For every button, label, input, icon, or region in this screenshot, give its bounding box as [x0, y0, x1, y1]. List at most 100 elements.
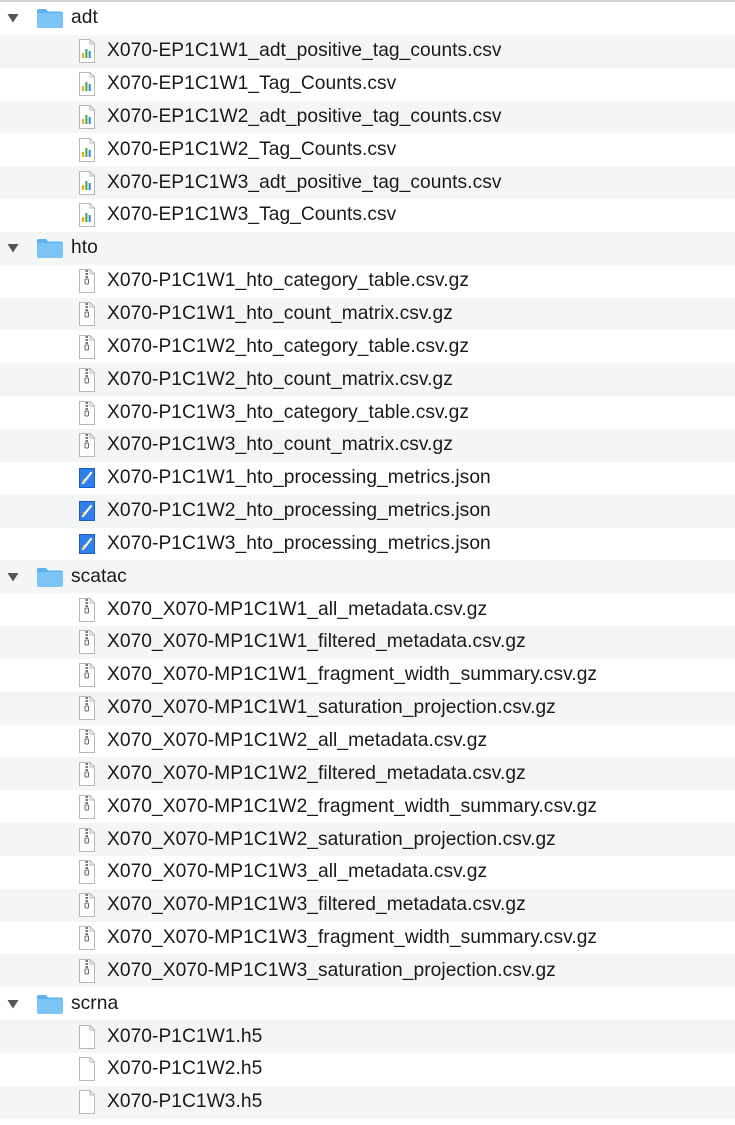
- disclosure-triangle-icon[interactable]: [6, 997, 20, 1011]
- json-icon: [78, 532, 96, 556]
- folder-icon: [36, 993, 64, 1015]
- spreadsheet-icon: [78, 104, 96, 129]
- file-name: X070_X070-MP1C1W2_fragment_width_summary…: [107, 795, 598, 817]
- archive-icon: [78, 269, 96, 294]
- file-row[interactable]: X070_X070-MP1C1W2_filtered_metadata.csv.…: [0, 757, 735, 791]
- file-row[interactable]: X070_X070-MP1C1W3_fragment_width_summary…: [0, 922, 735, 955]
- file-name: X070-P1C1W1_hto_processing_metrics.json: [107, 467, 491, 489]
- archive-icon: [78, 827, 96, 852]
- file-row[interactable]: X070-P1C1W2_hto_processing_metrics.json: [0, 494, 735, 528]
- file-name: X070_X070-MP1C1W2_filtered_metadata.csv.…: [107, 762, 526, 784]
- file-row[interactable]: X070-P1C1W1.h5: [0, 1020, 735, 1053]
- file-name: X070_X070-MP1C1W1_filtered_metadata.csv.…: [107, 631, 526, 653]
- file-row[interactable]: X070-EP1C1W2_Tag_Counts.csv: [0, 133, 735, 166]
- archive-icon: [78, 696, 96, 721]
- file-name: X070_X070-MP1C1W3_filtered_metadata.csv.…: [107, 894, 526, 916]
- json-icon: [78, 466, 96, 490]
- file-row[interactable]: X070_X070-MP1C1W2_all_metadata.csv.gz: [0, 725, 735, 758]
- file-name: X070_X070-MP1C1W1_all_metadata.csv.gz: [107, 598, 488, 620]
- disclosure-triangle-icon[interactable]: [6, 11, 20, 25]
- json-icon: [78, 499, 96, 523]
- file-row[interactable]: X070-P1C1W3.h5: [0, 1085, 735, 1119]
- file-row[interactable]: X070-EP1C1W3_adt_positive_tag_counts.csv: [0, 166, 735, 200]
- file-name: X070_X070-MP1C1W3_fragment_width_summary…: [107, 927, 598, 949]
- archive-icon: [78, 367, 96, 392]
- file-row[interactable]: X070_X070-MP1C1W1_fragment_width_summary…: [0, 659, 735, 692]
- folder-icon: [36, 7, 64, 29]
- file-row[interactable]: X070-P1C1W1_hto_count_matrix.csv.gz: [0, 297, 735, 331]
- document-icon: [78, 1090, 96, 1115]
- file-name: X070-P1C1W3_hto_processing_metrics.json: [107, 532, 491, 554]
- file-row[interactable]: X070-P1C1W2.h5: [0, 1053, 735, 1086]
- archive-icon: [78, 302, 96, 327]
- file-name: X070-EP1C1W2_Tag_Counts.csv: [107, 138, 397, 160]
- folder-name: hto: [71, 237, 98, 259]
- archive-icon: [78, 926, 96, 951]
- file-name: X070-P1C1W3_hto_count_matrix.csv.gz: [107, 434, 453, 456]
- file-name: X070-EP1C1W2_adt_positive_tag_counts.csv: [107, 105, 502, 127]
- folder-name: scrna: [71, 992, 119, 1014]
- file-name: X070-P1C1W2_hto_count_matrix.csv.gz: [107, 368, 453, 390]
- file-name: X070-EP1C1W3_adt_positive_tag_counts.csv: [107, 171, 502, 193]
- file-row[interactable]: X070_X070-MP1C1W2_saturation_projection.…: [0, 823, 735, 856]
- file-tree: adt X070-EP1C1W1_adt_positive_tag_counts.…: [0, 0, 735, 1119]
- file-row[interactable]: X070-EP1C1W3_Tag_Counts.csv: [0, 199, 735, 232]
- file-name: X070-P1C1W2_hto_category_table.csv.gz: [107, 335, 469, 357]
- file-name: X070-P1C1W2_hto_processing_metrics.json: [107, 500, 491, 522]
- folder-row-scrna[interactable]: scrna: [0, 987, 735, 1020]
- file-row[interactable]: X070_X070-MP1C1W2_fragment_width_summary…: [0, 790, 735, 823]
- file-row[interactable]: X070-P1C1W3_hto_processing_metrics.json: [0, 528, 735, 561]
- file-row[interactable]: X070-P1C1W1_hto_category_table.csv.gz: [0, 265, 735, 298]
- document-icon: [78, 1024, 96, 1049]
- folder-row-adt[interactable]: adt: [0, 2, 735, 35]
- file-name: X070-P1C1W2.h5: [107, 1058, 263, 1080]
- file-row[interactable]: X070_X070-MP1C1W3_saturation_projection.…: [0, 954, 735, 988]
- file-row[interactable]: X070_X070-MP1C1W1_saturation_projection.…: [0, 691, 735, 725]
- file-row[interactable]: X070_X070-MP1C1W1_filtered_metadata.csv.…: [0, 626, 735, 659]
- file-name: X070_X070-MP1C1W3_all_metadata.csv.gz: [107, 861, 488, 883]
- archive-icon: [78, 433, 96, 458]
- file-name: X070-EP1C1W3_Tag_Counts.csv: [107, 204, 397, 226]
- spreadsheet-icon: [78, 72, 96, 97]
- folder-icon: [36, 566, 64, 588]
- file-row[interactable]: X070_X070-MP1C1W3_filtered_metadata.csv.…: [0, 888, 735, 922]
- file-name: X070_X070-MP1C1W1_fragment_width_summary…: [107, 664, 598, 686]
- spreadsheet-icon: [78, 39, 96, 64]
- file-name: X070_X070-MP1C1W2_saturation_projection.…: [107, 828, 556, 850]
- file-row[interactable]: X070-P1C1W3_hto_category_table.csv.gz: [0, 396, 735, 429]
- archive-icon: [78, 893, 96, 918]
- spreadsheet-icon: [78, 137, 96, 162]
- archive-icon: [78, 597, 96, 622]
- archive-icon: [78, 334, 96, 359]
- file-name: X070_X070-MP1C1W3_saturation_projection.…: [107, 959, 556, 981]
- file-row[interactable]: X070-P1C1W1_hto_processing_metrics.json: [0, 462, 735, 495]
- file-row[interactable]: X070-P1C1W2_hto_count_matrix.csv.gz: [0, 363, 735, 397]
- file-row[interactable]: X070_X070-MP1C1W3_all_metadata.csv.gz: [0, 856, 735, 889]
- file-row[interactable]: X070-EP1C1W2_adt_positive_tag_counts.csv: [0, 100, 735, 134]
- file-name: X070-P1C1W3.h5: [107, 1091, 263, 1113]
- folder-row-hto[interactable]: hto: [0, 231, 735, 265]
- archive-icon: [78, 663, 96, 688]
- file-name: X070_X070-MP1C1W1_saturation_projection.…: [107, 697, 556, 719]
- archive-icon: [78, 860, 96, 885]
- disclosure-triangle-icon[interactable]: [6, 570, 20, 584]
- archive-icon: [78, 630, 96, 655]
- file-name: X070-EP1C1W1_adt_positive_tag_counts.csv: [107, 40, 502, 62]
- file-row[interactable]: X070-EP1C1W1_adt_positive_tag_counts.csv: [0, 34, 735, 68]
- file-row[interactable]: X070-P1C1W3_hto_count_matrix.csv.gz: [0, 428, 735, 462]
- archive-icon: [78, 794, 96, 819]
- spreadsheet-icon: [78, 203, 96, 228]
- archive-icon: [78, 400, 96, 425]
- file-row[interactable]: X070-P1C1W2_hto_category_table.csv.gz: [0, 330, 735, 363]
- file-name: X070-P1C1W1_hto_category_table.csv.gz: [107, 270, 469, 292]
- folder-name: scatac: [71, 565, 127, 587]
- folder-row-scatac[interactable]: scatac: [0, 560, 735, 594]
- file-row[interactable]: X070-EP1C1W1_Tag_Counts.csv: [0, 68, 735, 101]
- file-name: X070-P1C1W1_hto_count_matrix.csv.gz: [107, 303, 453, 325]
- archive-icon: [78, 958, 96, 983]
- disclosure-triangle-icon[interactable]: [6, 241, 20, 255]
- archive-icon: [78, 728, 96, 753]
- file-row[interactable]: X070_X070-MP1C1W1_all_metadata.csv.gz: [0, 593, 735, 626]
- file-name: X070-P1C1W3_hto_category_table.csv.gz: [107, 401, 469, 423]
- spreadsheet-icon: [78, 170, 96, 195]
